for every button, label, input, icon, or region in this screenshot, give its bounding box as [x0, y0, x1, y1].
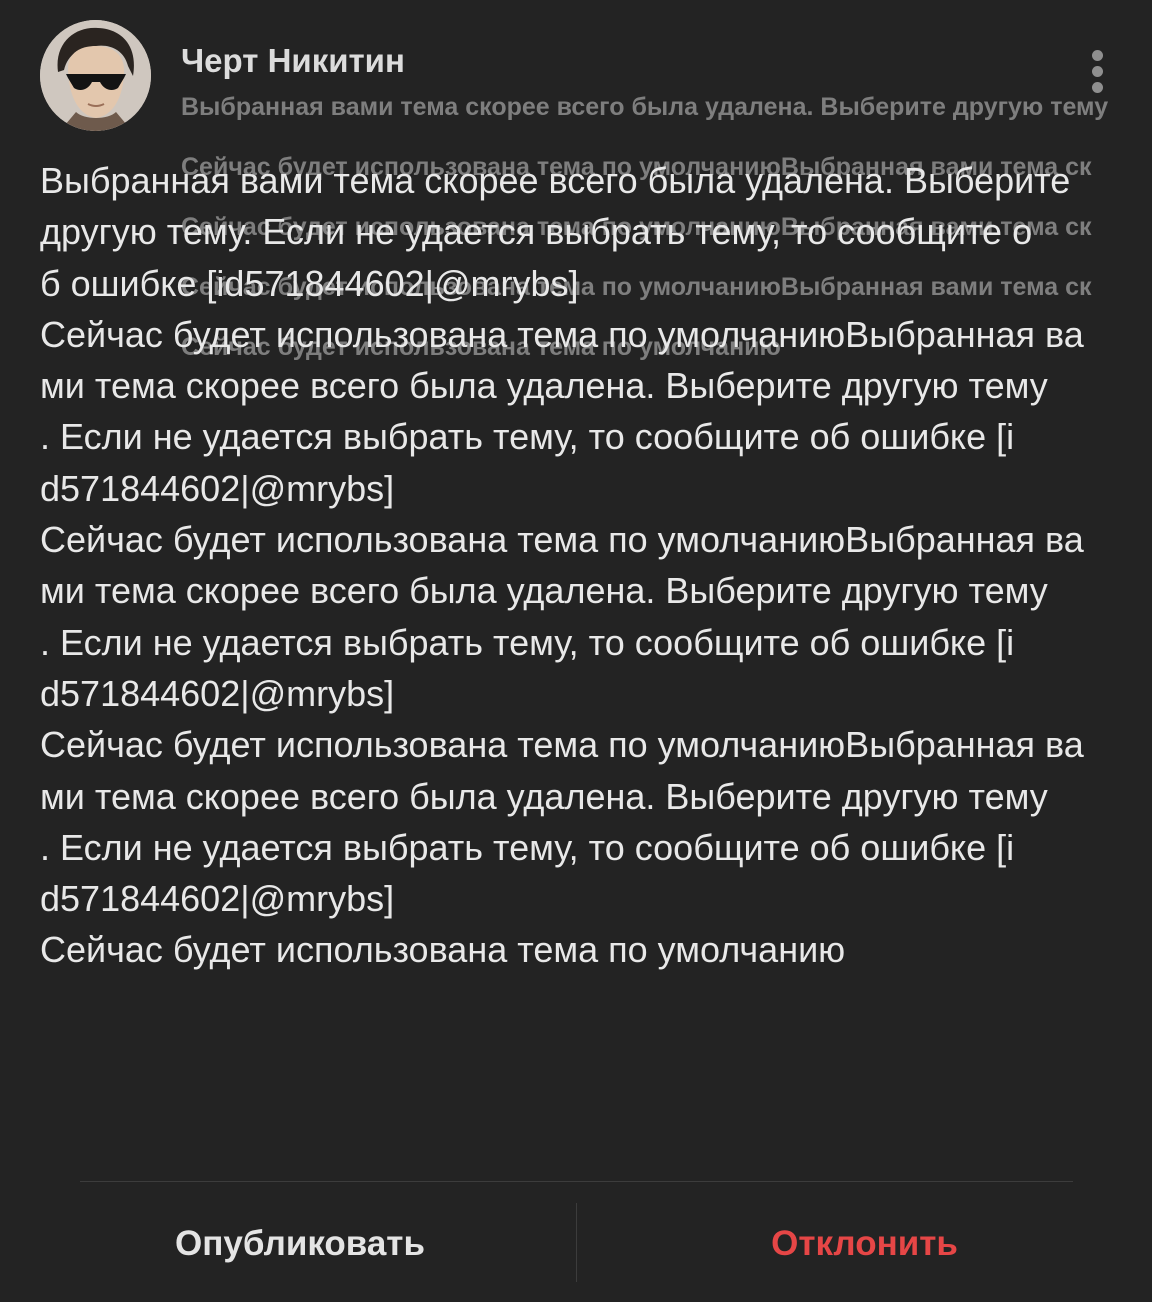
post-line: ми тема скорее всего была удалена. Выбер…: [40, 775, 1048, 817]
menu-dot: [1092, 50, 1103, 61]
post-line: ми тема скорее всего была удалена. Выбер…: [40, 570, 1048, 612]
actions-divider: [80, 1181, 1073, 1182]
post-body: Выбранная вами тема скорее всего была уд…: [40, 155, 1115, 976]
post-line: d571844602|@mrybs]: [40, 467, 395, 509]
reject-button[interactable]: Отклонить: [577, 1205, 1152, 1283]
post-line: другую тему. Если не удается выбрать тем…: [40, 211, 1033, 253]
post-line: ми тема скорее всего была удалена. Выбер…: [40, 365, 1048, 407]
publish-button[interactable]: Опубликовать: [0, 1205, 600, 1283]
post-line: . Если не удается выбрать тему, то сообщ…: [40, 621, 1015, 663]
post-line: Выбранная вами тема скорее всего была уд…: [40, 160, 1071, 201]
post-line: d571844602|@mrybs]: [40, 672, 395, 714]
post-line: . Если не удается выбрать тему, то сообщ…: [40, 826, 1015, 868]
avatar[interactable]: [40, 20, 151, 131]
post-line: Сейчас будет использована тема по умолча…: [40, 929, 846, 971]
avatar-image: [40, 20, 151, 131]
preview-line: Выбранная вами тема скорее всего была уд…: [181, 93, 1109, 121]
menu-dot: [1092, 66, 1103, 77]
post-line: . Если не удается выбрать тему, то сообщ…: [40, 416, 1015, 458]
more-vertical-icon[interactable]: [1084, 48, 1112, 96]
post-line: Сейчас будет использована тема по умолча…: [40, 519, 1084, 561]
post-line: d571844602|@mrybs]: [40, 878, 395, 920]
post-line: б ошибке [id571844602|@mrybs]: [40, 262, 579, 304]
post-line: Сейчас будет использована тема по умолча…: [40, 313, 1084, 355]
post-line: Сейчас будет использована тема по умолча…: [40, 724, 1084, 766]
menu-dot: [1092, 82, 1103, 93]
